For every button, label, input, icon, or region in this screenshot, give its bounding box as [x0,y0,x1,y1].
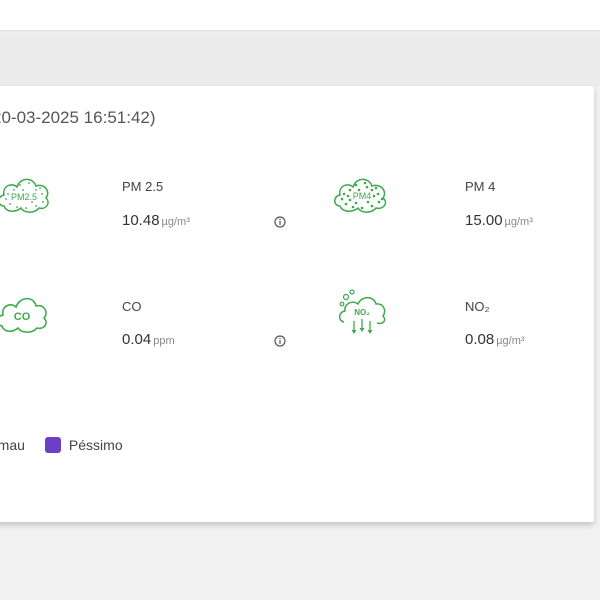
value-unit: ppm [153,335,175,347]
no2-cloud-icon: NO₂ [336,288,388,340]
metric-name-co: CO [122,299,142,314]
value-unit: µg/m³ [161,216,190,228]
svg-text:PM4: PM4 [353,191,372,201]
air-quality-card [0,86,594,522]
info-icon[interactable] [274,334,286,347]
quality-legend: o mau Péssimo [0,437,123,453]
metric-name-pm4: PM 4 [465,179,496,194]
metric-value-co: 0.04 ppm [122,331,175,349]
info-icon[interactable] [274,215,286,228]
pm4-cloud-icon: PM4 [332,166,392,218]
value-number: 10.48 [122,212,160,229]
svg-text:PM2.5: PM2.5 [11,192,37,202]
value-number: 0.08 [465,331,495,348]
value-unit: µg/m³ [496,335,525,347]
metric-value-pm4: 15.00 µg/m³ [465,212,533,230]
value-number: 0.04 [122,331,152,348]
section-header-band [0,34,600,86]
legend-label-muito-mau: o mau [0,437,25,453]
value-number: 15.00 [465,212,503,229]
top-bar [0,0,600,31]
svg-text:CO: CO [14,311,31,323]
card-title: 20-03-2025 16:51:42) [0,108,156,127]
legend-label-pessimo: Péssimo [68,437,123,453]
metric-name-pm25: PM 2.5 [122,179,164,194]
legend-swatch-pessimo [44,437,61,453]
pm25-cloud-icon: PM2.5 [0,166,52,218]
svg-text:NO₂: NO₂ [354,308,370,317]
metric-value-no2: 0.08 µg/m³ [465,331,525,349]
co-cloud-icon: CO [0,288,48,336]
metric-value-pm25: 10.48 µg/m³ [122,212,190,230]
metric-name-no2: NO₂ [465,299,490,314]
value-unit: µg/m³ [504,216,533,228]
